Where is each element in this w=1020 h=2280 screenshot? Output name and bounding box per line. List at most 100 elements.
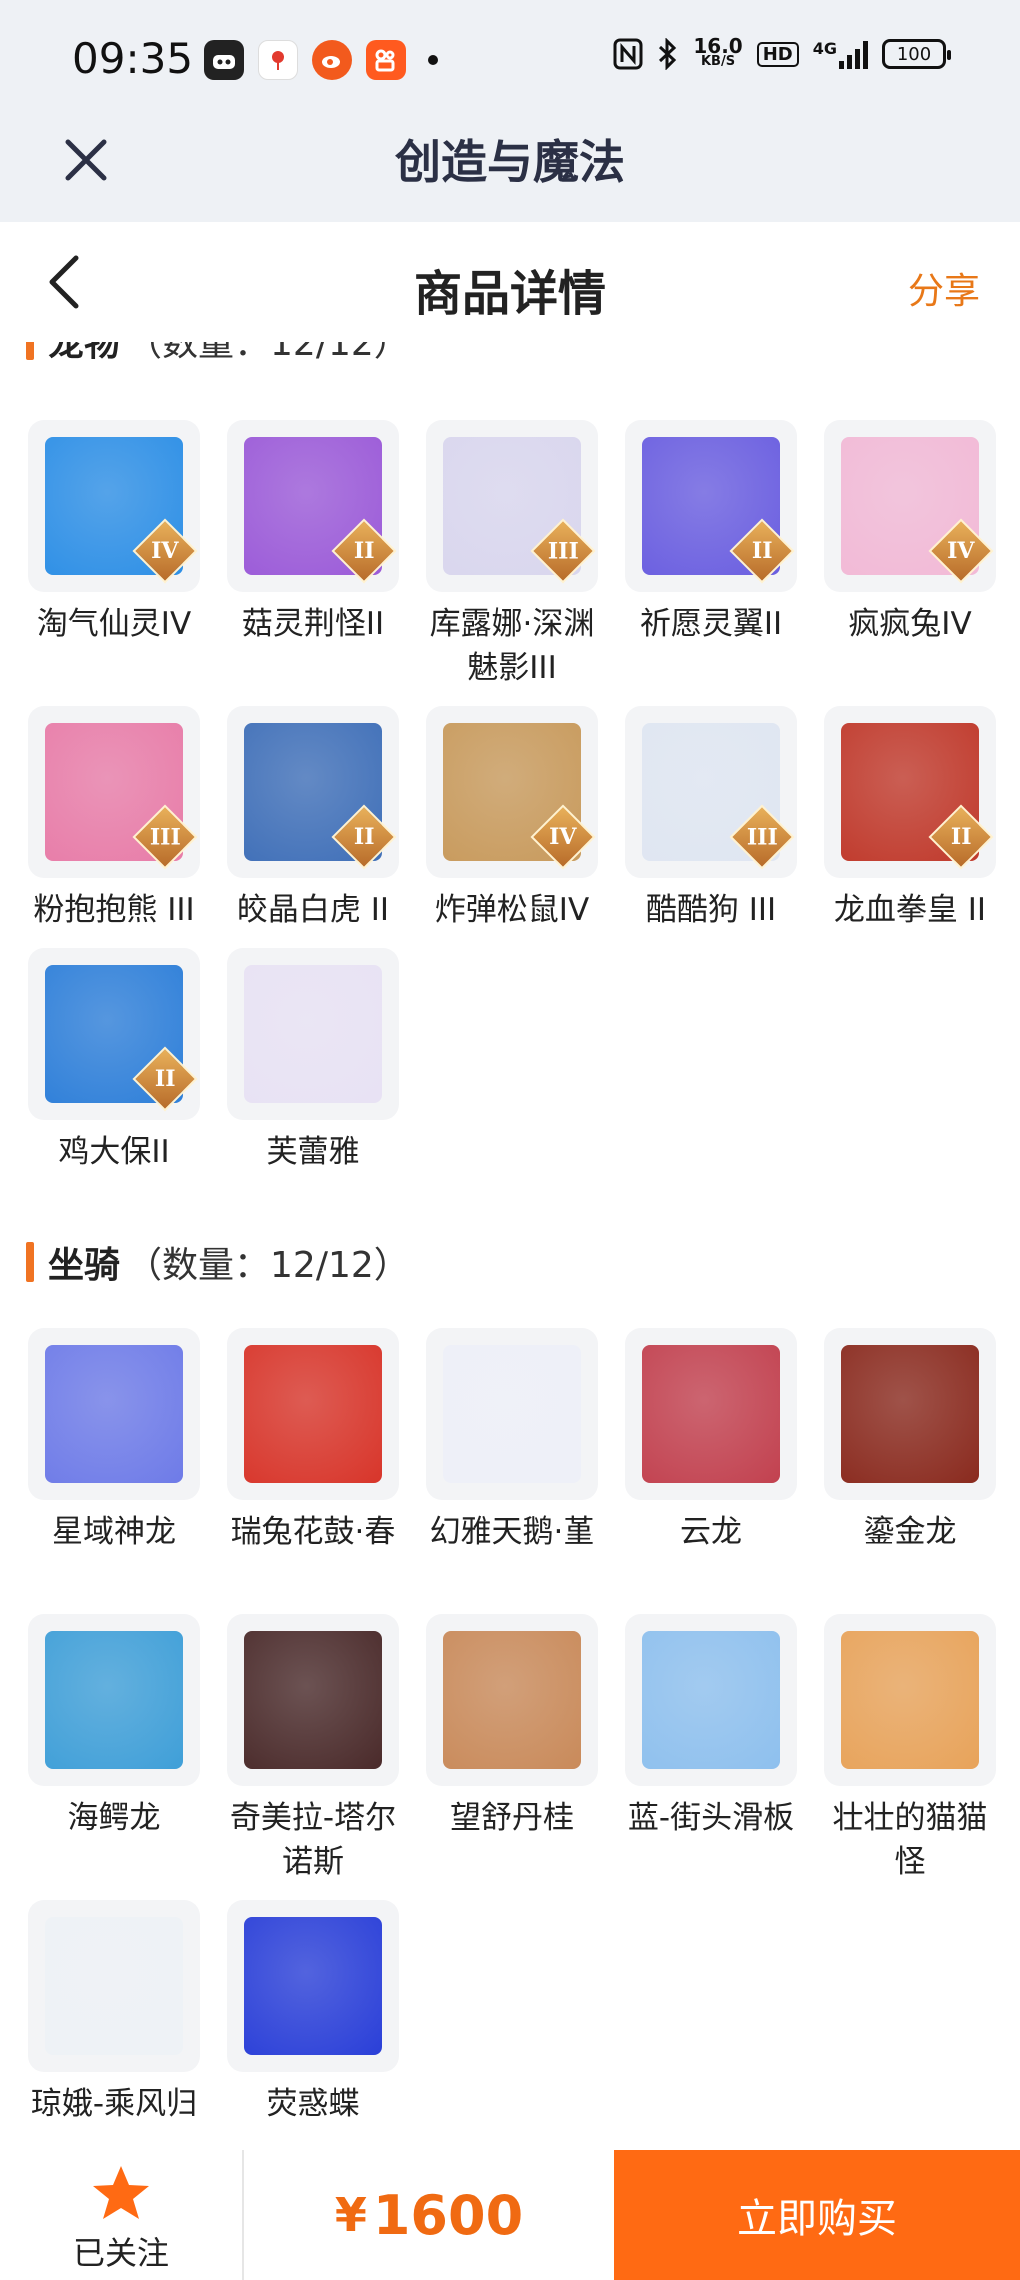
- item-name: 库露娜·深渊魅影III: [429, 606, 595, 686]
- item-name: 皎晶白虎 II: [236, 892, 390, 928]
- item-artwork: [45, 1917, 183, 2055]
- weibo-app-icon: [312, 40, 352, 80]
- tier-label: II: [751, 538, 773, 564]
- bottom-bar: 已关注 ¥ 1600 立即购买: [0, 2150, 1020, 2280]
- item-name: 壮壮的猫猫怪: [832, 1800, 988, 1880]
- item-thumbnail: [625, 1614, 797, 1786]
- content-scroll[interactable]: 宠物 （数量：12/12） IV 淘气仙灵IV II 菇灵荆怪II III 库露娜·深渊魅…: [0, 342, 1020, 2150]
- section-count: （数量：12/12）: [126, 342, 410, 364]
- robot-app-icon: [204, 40, 244, 80]
- item-card[interactable]: 瑞兔花鼓·春: [225, 1328, 401, 1554]
- item-name: 幻雅天鹅·堇: [429, 1514, 595, 1550]
- notification-icons: [204, 40, 438, 80]
- item-card[interactable]: II 菇灵荆怪II: [225, 420, 401, 646]
- tier-label: III: [149, 824, 181, 850]
- item-name: 疯疯兔IV: [848, 606, 972, 642]
- item-card[interactable]: II 祈愿灵翼II: [623, 420, 799, 646]
- star-icon: [93, 2166, 149, 2219]
- item-artwork: [642, 1345, 780, 1483]
- item-card[interactable]: IV 疯疯兔IV: [822, 420, 998, 646]
- buy-now-button[interactable]: 立即购买: [614, 2150, 1020, 2280]
- kuaishou-app-icon: [366, 40, 406, 80]
- item-card[interactable]: 壮壮的猫猫怪: [822, 1614, 998, 1884]
- item-card[interactable]: 琼娥-乘风归: [26, 1900, 202, 2126]
- tier-label: II: [353, 538, 375, 564]
- item-card[interactable]: 鎏金龙: [822, 1328, 998, 1554]
- net-speed-value: 16.0: [693, 34, 743, 58]
- item-name: 鎏金龙: [863, 1514, 957, 1550]
- item-thumbnail: [426, 1614, 598, 1786]
- item-name: 蓝-街头滑板: [627, 1800, 795, 1836]
- item-thumbnail: [28, 1328, 200, 1500]
- item-artwork: [244, 1917, 382, 2055]
- net-type: 4G: [812, 39, 837, 58]
- item-card[interactable]: 海鳄龙: [26, 1614, 202, 1840]
- item-artwork: [443, 1345, 581, 1483]
- tier-label: II: [154, 1066, 176, 1092]
- item-card[interactable]: 星域神龙: [26, 1328, 202, 1554]
- item-thumbnail: [426, 1328, 598, 1500]
- share-button[interactable]: 分享: [908, 262, 980, 314]
- section-title: 坐骑: [48, 1245, 121, 1286]
- section-accent-bar: [26, 1242, 34, 1282]
- more-notifications-icon: [428, 55, 438, 65]
- system-icons: 16.0 KB/S HD 4G 100: [613, 34, 951, 70]
- page-title: 商品详情: [413, 266, 606, 322]
- item-card[interactable]: 望舒丹桂: [424, 1614, 600, 1840]
- item-name: 芙蕾雅: [266, 1134, 360, 1170]
- tier-label: IV: [947, 538, 975, 564]
- item-artwork: [443, 1631, 581, 1769]
- follow-label: 已关注: [72, 2234, 169, 2272]
- item-thumbnail: II: [227, 420, 399, 592]
- item-thumbnail: III: [28, 706, 200, 878]
- price-value: 1600: [372, 2183, 524, 2247]
- item-artwork: [45, 1345, 183, 1483]
- du-app-icon: [258, 40, 298, 80]
- item-card[interactable]: II 龙血拳皇 II: [822, 706, 998, 932]
- pets-section-header: 宠物 （数量：12/12）: [26, 342, 410, 366]
- section-title: 宠物: [48, 342, 121, 364]
- item-name: 菇灵荆怪II: [241, 606, 385, 642]
- item-thumbnail: [824, 1328, 996, 1500]
- app-bar: 创造与魔法: [0, 112, 1020, 222]
- item-thumbnail: III: [625, 706, 797, 878]
- item-card[interactable]: III 粉抱抱熊 III: [26, 706, 202, 932]
- section-accent-bar: [26, 342, 34, 360]
- item-card[interactable]: 幻雅天鹅·堇: [424, 1328, 600, 1554]
- item-artwork: [642, 1631, 780, 1769]
- item-card[interactable]: 蓝-街头滑板: [623, 1614, 799, 1840]
- item-card[interactable]: II 鸡大保II: [26, 948, 202, 1174]
- item-thumbnail: II: [625, 420, 797, 592]
- item-thumbnail: [28, 1900, 200, 2072]
- battery-icon: 100: [882, 39, 951, 69]
- bluetooth-icon: [659, 38, 677, 70]
- currency-symbol: ¥: [334, 2188, 367, 2242]
- item-card[interactable]: III 库露娜·深渊魅影III: [424, 420, 600, 690]
- nfc-icon: [613, 38, 643, 70]
- net-speed: 16.0 KB/S: [693, 34, 743, 69]
- item-card[interactable]: 云龙: [623, 1328, 799, 1554]
- item-card[interactable]: 荧惑蝶: [225, 1900, 401, 2126]
- tier-label: III: [746, 824, 778, 850]
- follow-button[interactable]: 已关注: [0, 2150, 244, 2280]
- item-name: 龙血拳皇 II: [833, 892, 987, 928]
- item-name: 粉抱抱熊 III: [33, 892, 195, 928]
- item-thumbnail: [227, 1328, 399, 1500]
- item-card[interactable]: II 皎晶白虎 II: [225, 706, 401, 932]
- item-name: 荧惑蝶: [266, 2086, 360, 2122]
- item-thumbnail: II: [28, 948, 200, 1120]
- item-card[interactable]: IV 炸弹松鼠IV: [424, 706, 600, 932]
- item-thumbnail: II: [824, 706, 996, 878]
- item-name: 海鳄龙: [67, 1800, 161, 1836]
- item-thumbnail: IV: [824, 420, 996, 592]
- item-artwork: [244, 965, 382, 1103]
- tier-label: IV: [151, 538, 179, 564]
- item-card[interactable]: 芙蕾雅: [225, 948, 401, 1174]
- item-card[interactable]: III 酷酷狗 III: [623, 706, 799, 932]
- tier-label: IV: [549, 824, 577, 850]
- item-card[interactable]: 奇美拉-塔尔诺斯: [225, 1614, 401, 1884]
- item-card[interactable]: IV 淘气仙灵IV: [26, 420, 202, 646]
- item-name: 祈愿灵翼II: [639, 606, 783, 642]
- item-name: 云龙: [680, 1514, 742, 1550]
- item-artwork: [45, 1631, 183, 1769]
